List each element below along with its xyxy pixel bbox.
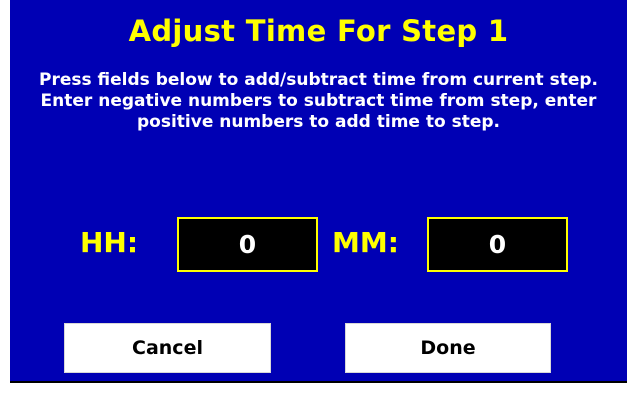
minutes-field[interactable]: 0 (427, 217, 568, 272)
cancel-button-label: Cancel (132, 337, 203, 359)
page-title: Adjust Time For Step 1 (128, 14, 509, 48)
instructions-text: Press fields below to add/subtract time … (39, 70, 598, 132)
hours-field[interactable]: 0 (177, 217, 318, 272)
hours-label: HH: (80, 226, 139, 259)
done-button-label: Done (420, 337, 476, 359)
minutes-value: 0 (488, 230, 507, 259)
hours-value: 0 (238, 230, 257, 259)
minutes-label: MM: (332, 226, 399, 259)
cancel-button[interactable]: Cancel (64, 323, 271, 373)
done-button[interactable]: Done (345, 323, 551, 373)
adjust-time-screen: Adjust Time For Step 1 Press fields belo… (10, 0, 627, 383)
